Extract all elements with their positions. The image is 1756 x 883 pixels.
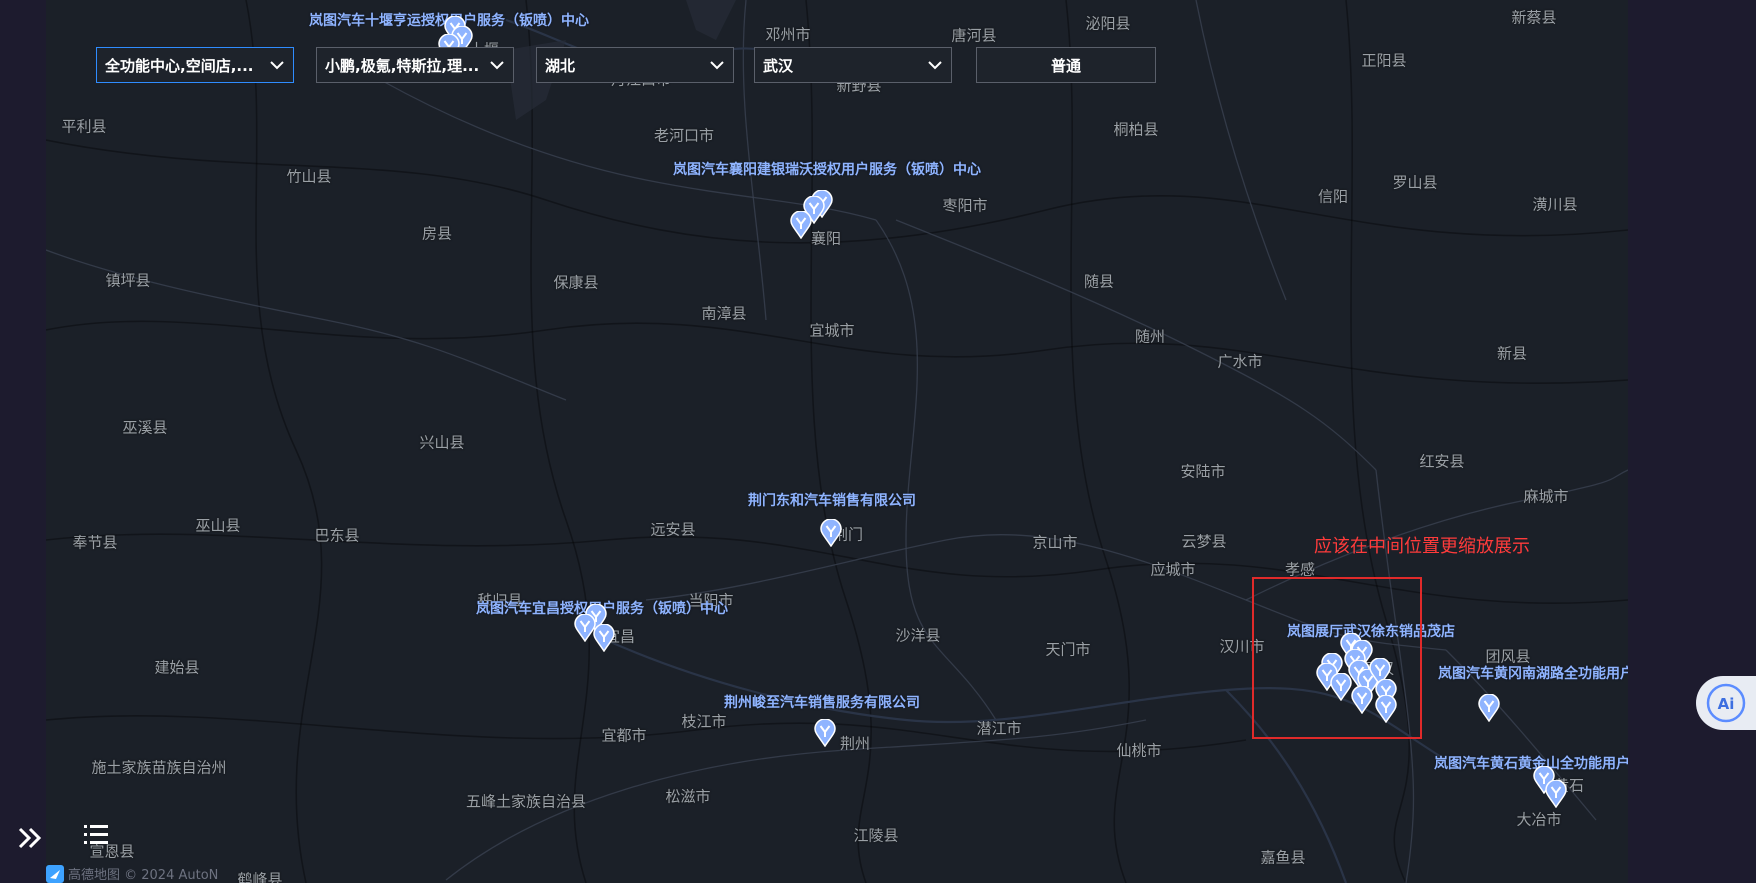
map-canvas[interactable]: 丹江口市十堰邓州市唐河县泌阳县新蔡县正阳县新野县老河口市桐柏县平利县竹山县房县襄… <box>46 0 1628 883</box>
city-label: 随州 <box>1134 327 1166 346</box>
city-label: 麻城市 <box>1523 487 1569 506</box>
city-label: 巫溪县 <box>122 418 168 437</box>
city-label: 罗山县 <box>1392 173 1438 192</box>
city-label: 老河口市 <box>653 126 715 145</box>
brand-select[interactable]: 小鹏,极氪,特斯拉,理... <box>316 47 514 83</box>
city-label: 保康县 <box>553 273 599 292</box>
mode-button[interactable]: 普通 <box>976 47 1156 83</box>
city-label: 新蔡县 <box>1511 8 1557 27</box>
ai-assistant-button[interactable]: Ai <box>1696 676 1756 730</box>
city-label: 宜都市 <box>601 726 647 745</box>
dealer-poi-label[interactable]: 荆门东和汽车销售有限公司 <box>748 490 916 510</box>
annotation-highlight-box <box>1252 577 1422 739</box>
city-label: 安陆市 <box>1180 462 1226 481</box>
chevron-down-icon <box>490 61 504 70</box>
city-label: 巴东县 <box>314 526 360 545</box>
city-label: 信阳 <box>1317 187 1349 206</box>
city-label: 桐柏县 <box>1113 120 1159 139</box>
city-label: 宜城市 <box>809 321 855 340</box>
city-label: 远安县 <box>650 520 696 539</box>
city-value: 武汉 <box>763 56 794 75</box>
city-label: 南漳县 <box>701 304 747 323</box>
city-label: 沙洋县 <box>895 626 941 645</box>
chevron-down-icon <box>928 61 942 70</box>
city-label: 平利县 <box>61 117 107 136</box>
city-label: 邓州市 <box>765 25 811 44</box>
svg-text:Ai: Ai <box>1718 695 1735 713</box>
city-label: 天门市 <box>1045 640 1091 659</box>
attribution-text: 高德地图 © 2024 AutoN <box>68 868 219 883</box>
city-label: 正阳县 <box>1361 51 1407 70</box>
city-label: 嘉鱼县 <box>1260 848 1306 867</box>
city-label: 五峰土家族自治县 <box>465 792 587 811</box>
city-label: 唐河县 <box>951 26 997 45</box>
brand-value: 小鹏,极氪,特斯拉,理... <box>325 56 480 75</box>
city-label: 鹤峰县 <box>237 870 283 883</box>
province-value: 湖北 <box>545 56 576 75</box>
city-label: 荆州 <box>839 734 871 753</box>
expand-icon <box>18 827 42 849</box>
map-pin-icon[interactable] <box>790 211 812 239</box>
city-label: 潜江市 <box>976 719 1022 738</box>
function-type-value: 全功能中心,空间店,... <box>105 56 254 75</box>
map-pin-icon[interactable] <box>1545 780 1567 808</box>
city-label: 施土家族苗族自治州 <box>91 758 227 777</box>
dealer-poi-label[interactable]: 岚图汽车黄石黄金山全功能用户 <box>1434 753 1628 773</box>
map-pin-icon[interactable] <box>1478 694 1500 722</box>
road-network <box>46 0 1628 883</box>
list-toggle-button[interactable] <box>82 822 112 854</box>
ai-icon: Ai <box>1706 683 1746 723</box>
city-label: 房县 <box>421 224 453 243</box>
chevron-down-icon <box>270 61 284 70</box>
city-label: 枣阳市 <box>942 196 988 215</box>
function-type-select[interactable]: 全功能中心,空间店,... <box>96 47 294 83</box>
city-label: 京山市 <box>1032 533 1078 552</box>
city-label: 松滋市 <box>665 787 711 806</box>
city-label: 襄阳 <box>810 229 842 248</box>
city-label: 潢川县 <box>1532 195 1578 214</box>
city-label: 竹山县 <box>286 167 332 186</box>
city-label: 新县 <box>1496 344 1528 363</box>
city-label: 大冶市 <box>1516 810 1562 829</box>
city-label: 江陵县 <box>853 826 899 845</box>
city-label: 建始县 <box>154 658 200 677</box>
dealer-poi-label[interactable]: 荆州峻至汽车销售服务有限公司 <box>724 692 920 712</box>
province-select[interactable]: 湖北 <box>536 47 734 83</box>
city-label: 红安县 <box>1419 452 1465 471</box>
map-pin-icon[interactable] <box>820 519 842 547</box>
map-pin-icon[interactable] <box>593 624 615 652</box>
expand-panel-button[interactable] <box>12 818 48 858</box>
city-select[interactable]: 武汉 <box>754 47 952 83</box>
amap-logo-icon <box>46 864 64 883</box>
annotation-note: 应该在中间位置更缩放展示 <box>1314 536 1530 557</box>
list-icon <box>84 825 108 844</box>
map-pin-icon[interactable] <box>814 719 836 747</box>
dealer-poi-label[interactable]: 岚图汽车黄冈南湖路全功能用户 <box>1438 663 1628 683</box>
city-label: 仙桃市 <box>1116 741 1162 760</box>
city-label: 泌阳县 <box>1085 14 1131 33</box>
city-label: 兴山县 <box>419 433 465 452</box>
city-label: 枝江市 <box>681 712 727 731</box>
dealer-poi-label[interactable]: 岚图汽车襄阳建银瑞沃授权用户服务（钣喷）中心 <box>673 159 981 179</box>
city-label: 随县 <box>1083 272 1115 291</box>
city-label: 广水市 <box>1217 352 1263 371</box>
city-label: 应城市 <box>1150 560 1196 579</box>
chevron-down-icon <box>710 61 724 70</box>
city-label: 云梦县 <box>1181 532 1227 551</box>
map-attribution: 高德地图 © 2024 AutoN <box>46 864 218 883</box>
city-label: 奉节县 <box>72 533 118 552</box>
city-label: 镇坪县 <box>105 271 151 290</box>
city-label: 巫山县 <box>195 516 241 535</box>
